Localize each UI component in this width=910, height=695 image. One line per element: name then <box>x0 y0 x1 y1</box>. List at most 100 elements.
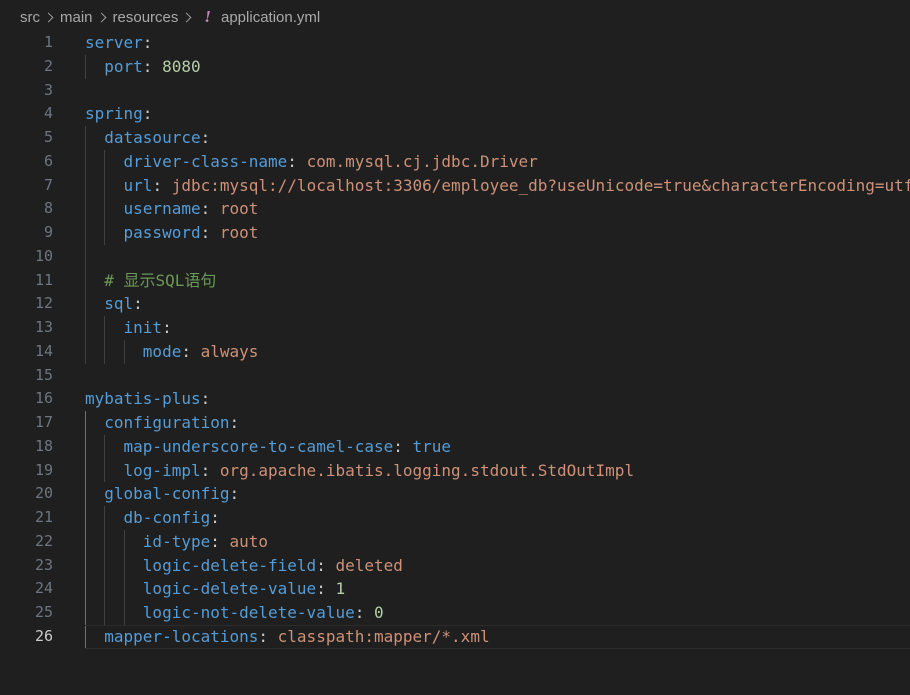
code-line[interactable]: 18 map-underscore-to-camel-case: true <box>0 434 910 459</box>
breadcrumb-item-file[interactable]: application.yml <box>221 9 320 26</box>
code-token: : <box>200 460 220 480</box>
line-number: 9 <box>43 223 53 241</box>
line-number: 15 <box>34 365 53 384</box>
breadcrumb: src main resources ! application.yml <box>0 0 910 34</box>
code-line[interactable]: 13 init: <box>0 316 910 340</box>
code-line[interactable]: 22 id-type: auto <box>0 529 910 554</box>
code-line[interactable]: 11 # 显示SQL语句 <box>0 268 910 293</box>
chevron-right-icon <box>181 12 192 22</box>
code-token: : <box>229 413 240 432</box>
code-token: 0 <box>373 603 384 622</box>
code-line[interactable]: 10 <box>0 244 910 269</box>
code-line[interactable]: 25 logic-not-delete-value: 0 <box>0 601 910 625</box>
code-token: url <box>123 175 153 195</box>
code-token: : <box>200 389 211 409</box>
code-token: init <box>123 318 163 337</box>
code-token: root <box>219 199 259 219</box>
line-number: 16 <box>34 389 53 408</box>
line-number: 6 <box>43 151 53 170</box>
line-number: 10 <box>34 246 53 265</box>
code-token: true <box>412 436 452 456</box>
code-text: init: <box>85 316 172 340</box>
code-line[interactable]: 1 server: <box>0 31 910 55</box>
code-token: deleted <box>335 555 403 575</box>
code-token: mybatis-plus <box>85 389 201 409</box>
code-token: logic-delete-value <box>142 579 317 599</box>
code-line[interactable]: 9 password: root <box>0 221 910 245</box>
chevron-right-icon <box>43 12 54 22</box>
code-token: driver-class-name <box>123 151 288 171</box>
code-token: : <box>142 33 153 52</box>
code-text: global-config: <box>85 482 239 506</box>
code-token: : <box>152 175 172 195</box>
code-token: logic-delete-field <box>142 555 317 575</box>
code-token: : <box>354 603 374 622</box>
code-token: : <box>229 484 240 504</box>
code-line[interactable]: 16 mybatis-plus: <box>0 387 910 411</box>
line-number: 5 <box>43 128 53 146</box>
code-text: password: root <box>85 221 259 245</box>
code-text: db-config: <box>85 506 220 530</box>
code-line[interactable]: 2 port: 8080 <box>0 54 910 79</box>
indent-guide <box>85 244 86 269</box>
code-line[interactable]: 21 db-config: <box>0 506 910 530</box>
code-token: : <box>142 56 163 76</box>
code-token: : <box>142 104 153 124</box>
code-token: mode <box>142 341 182 361</box>
code-line[interactable]: 26 mapper-locations: classpath:mapper/*.… <box>0 624 910 649</box>
code-token: # 显示SQL语句 <box>104 270 217 290</box>
code-text: logic-delete-value: 1 <box>85 577 345 601</box>
code-line[interactable]: 24 logic-delete-value: 1 <box>0 577 910 601</box>
code-text: driver-class-name: com.mysql.cj.jdbc.Dri… <box>85 150 538 174</box>
line-number: 8 <box>43 199 53 218</box>
code-token: always <box>200 341 259 361</box>
breadcrumb-item-resources[interactable]: resources <box>113 9 179 26</box>
code-line[interactable]: 23 logic-delete-field: deleted <box>0 553 910 578</box>
code-line[interactable]: 3 <box>0 79 910 103</box>
code-text: sql: <box>85 292 143 316</box>
line-number: 20 <box>34 484 53 503</box>
code-line[interactable]: 15 <box>0 364 910 388</box>
yaml-file-icon: ! <box>204 7 211 26</box>
code-line[interactable]: 17 configuration: <box>0 411 910 435</box>
code-token: : <box>316 579 336 599</box>
code-token: : <box>258 626 278 646</box>
code-text: log-impl: org.apache.ibatis.logging.stdo… <box>85 459 635 483</box>
line-number: 14 <box>34 341 53 360</box>
code-token: db-config <box>123 508 211 527</box>
code-text: map-underscore-to-camel-case: true <box>85 435 452 459</box>
line-number: 11 <box>34 270 53 289</box>
code-token: : <box>393 436 413 456</box>
code-text: mapper-locations: classpath:mapper/*.xml <box>85 625 489 649</box>
line-number: 1 <box>43 33 53 51</box>
code-text: logic-delete-field: deleted <box>85 554 403 578</box>
code-token: : <box>200 199 220 219</box>
code-line[interactable]: 4 spring: <box>0 102 910 126</box>
code-token: id-type <box>142 531 211 551</box>
code-token: 8080 <box>162 56 201 76</box>
line-number: 7 <box>43 175 53 194</box>
code-line[interactable]: 19 log-impl: org.apache.ibatis.logging.s… <box>0 458 910 483</box>
code-editor[interactable]: 1 server: 2 port: 8080 3 4 spring: 5 datasourc… <box>0 31 910 649</box>
breadcrumb-item-src[interactable]: src <box>20 9 40 26</box>
code-line[interactable]: 7 url: jdbc:mysql://localhost:3306/emplo… <box>0 173 910 198</box>
code-token: jdbc:mysql://localhost:3306/employee_db?… <box>171 175 910 195</box>
line-number: 25 <box>34 603 53 621</box>
code-line[interactable]: 8 username: root <box>0 197 910 221</box>
breadcrumb-item-main[interactable]: main <box>60 9 93 26</box>
code-line[interactable]: 5 datasource: <box>0 126 910 150</box>
line-number: 3 <box>43 80 53 99</box>
code-line[interactable]: 12 sql: <box>0 292 910 316</box>
code-text: # 显示SQL语句 <box>85 269 216 293</box>
code-line[interactable]: 14 mode: always <box>0 339 910 364</box>
code-token: global-config <box>104 484 230 504</box>
code-token: sql <box>104 294 134 314</box>
line-number: 2 <box>43 56 53 75</box>
code-token: root <box>219 223 259 242</box>
code-token: auto <box>229 531 269 551</box>
code-line[interactable]: 6 driver-class-name: com.mysql.cj.jdbc.D… <box>0 149 910 174</box>
code-token: : <box>316 555 336 575</box>
code-text: url: jdbc:mysql://localhost:3306/employe… <box>85 174 910 198</box>
code-token: password <box>123 223 201 242</box>
code-line[interactable]: 20 global-config: <box>0 482 910 506</box>
